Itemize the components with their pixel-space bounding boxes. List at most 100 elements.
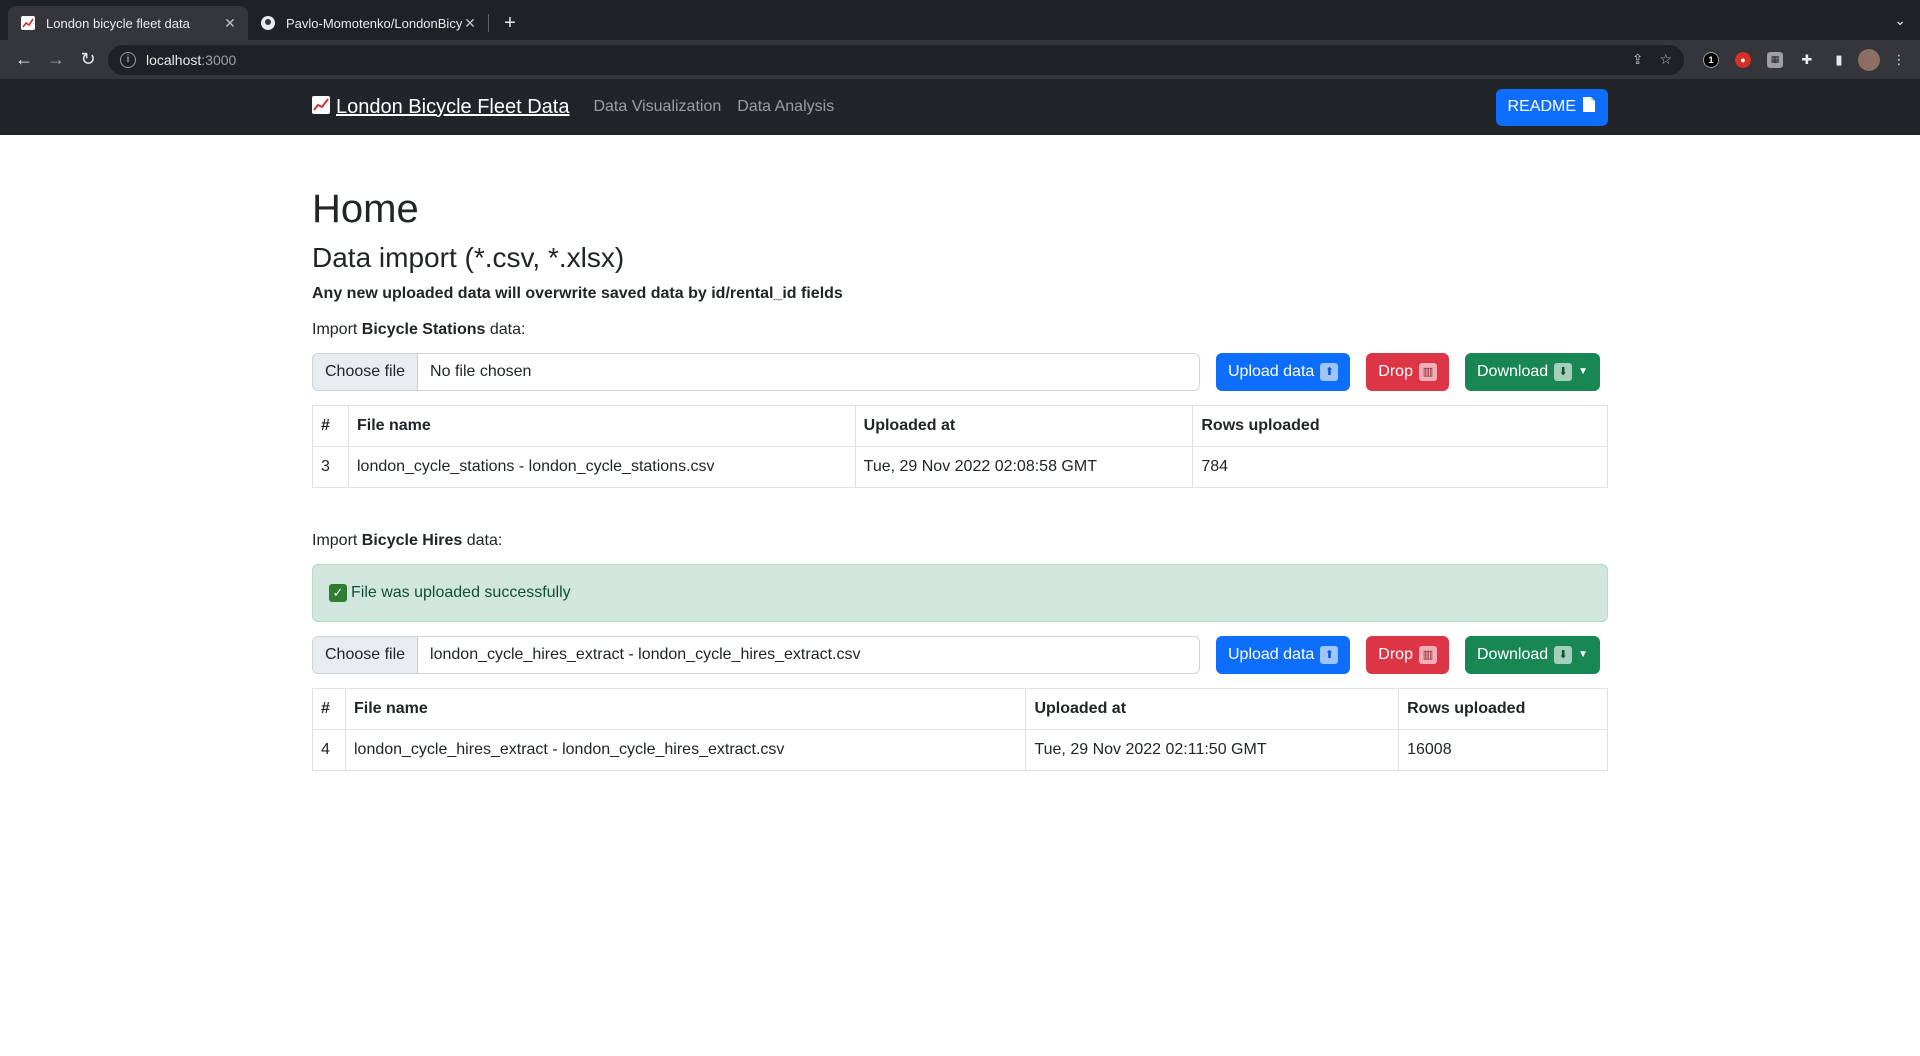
- browser-tab-active[interactable]: London bicycle fleet data ✕: [8, 6, 248, 40]
- table-cell: Tue, 29 Nov 2022 02:08:58 GMT: [854, 445, 1194, 488]
- info-icon[interactable]: i: [120, 51, 136, 68]
- browser-toolbar: ← → ↻ i localhost:3000 ⇪ ☆ 1 ● ▦ ✚ ▮ ⋮: [0, 40, 1920, 79]
- column-header: Uploaded at: [854, 404, 1194, 447]
- navbar-brand[interactable]: London Bicycle Fleet Data: [312, 95, 570, 119]
- drop-label: Drop: [1378, 645, 1413, 663]
- url-port: :3000: [201, 51, 237, 68]
- arrow-up-icon: ⬆: [1320, 362, 1339, 381]
- section-title: Data import (*.csv, *.xlsx): [312, 242, 625, 273]
- check-mark-icon: ✓: [329, 583, 347, 602]
- selected-file-name: No file chosen: [430, 362, 532, 380]
- browser-tab[interactable]: Pavlo-Momotenko/LondonBicy ✕: [248, 6, 488, 40]
- table-header-row: # File name Uploaded at Rows uploaded: [312, 404, 1608, 447]
- stations-upload-row: Choose file No file chosen Upload data ⬆ …: [312, 352, 1608, 391]
- table-cell: 784: [1192, 445, 1608, 488]
- nav-link-data-analysis[interactable]: Data Analysis: [737, 98, 834, 116]
- table-cell: london_cycle_hires_extract - london_cycl…: [344, 728, 1027, 771]
- chart-icon: [312, 95, 330, 119]
- chevron-down-icon[interactable]: ⌄: [1894, 12, 1906, 29]
- app-navbar: London Bicycle Fleet Data Data Visualiza…: [0, 79, 1920, 135]
- stations-file-input[interactable]: Choose file No file chosen: [312, 352, 1200, 391]
- alert-message: File was uploaded successfully: [351, 583, 571, 601]
- upload-data-button[interactable]: Upload data ⬆: [1216, 635, 1351, 674]
- extension-icon[interactable]: ●: [1730, 47, 1756, 73]
- label-bold: Bicycle Stations: [361, 320, 486, 338]
- drop-label: Drop: [1378, 362, 1413, 380]
- puzzle-icon[interactable]: ✚: [1794, 47, 1820, 73]
- chart-icon: [20, 15, 36, 31]
- table-cell: Tue, 29 Nov 2022 02:11:50 GMT: [1025, 728, 1400, 771]
- upload-data-button[interactable]: Upload data ⬆: [1216, 352, 1351, 391]
- hires-file-input[interactable]: Choose file london_cycle_hires_extract -…: [312, 635, 1200, 674]
- kebab-menu-icon[interactable]: ⋮: [1886, 47, 1912, 73]
- brand-label: London Bicycle Fleet Data: [336, 95, 570, 118]
- download-dropdown-button[interactable]: Download ⬇ ▼: [1464, 635, 1601, 674]
- browser-tabbar: London bicycle fleet data ✕ Pavlo-Momote…: [0, 0, 1920, 40]
- caret-down-icon: ▼: [1578, 649, 1589, 661]
- download-label: Download: [1476, 362, 1549, 380]
- column-header: File name: [347, 404, 856, 447]
- column-header: #: [312, 404, 349, 447]
- column-header: #: [312, 687, 346, 730]
- tab-separator: [488, 14, 489, 32]
- close-tab-icon[interactable]: ✕: [222, 15, 238, 32]
- star-icon[interactable]: ☆: [1659, 51, 1672, 68]
- new-tab-icon[interactable]: +: [495, 6, 525, 40]
- readme-button[interactable]: README: [1495, 88, 1608, 126]
- hires-import-label: Import Bicycle Hires data:: [312, 532, 1608, 550]
- column-header: Uploaded at: [1025, 687, 1400, 730]
- success-alert: ✓ File was uploaded successfully: [312, 563, 1608, 622]
- url-host: localhost: [146, 51, 202, 68]
- label-suffix: data:: [485, 320, 526, 338]
- table-cell: 16008: [1398, 728, 1608, 771]
- choose-file-button[interactable]: Choose file: [313, 353, 419, 390]
- hires-upload-row: Choose file london_cycle_hires_extract -…: [312, 635, 1608, 674]
- upload-label: Upload data: [1228, 645, 1315, 663]
- forward-arrow-icon[interactable]: →: [40, 44, 72, 76]
- table-cell: 3: [312, 445, 349, 488]
- sidebar-icon[interactable]: ▮: [1826, 47, 1852, 73]
- extension-icon[interactable]: 1: [1698, 47, 1724, 73]
- trash-icon: ▥: [1418, 362, 1437, 381]
- hires-table: # File name Uploaded at Rows uploaded 4 …: [312, 687, 1608, 771]
- column-header: Rows uploaded: [1398, 687, 1608, 730]
- document-icon: [1582, 96, 1596, 118]
- extension-icon[interactable]: ▦: [1762, 47, 1788, 73]
- readme-label: README: [1507, 98, 1576, 115]
- table-row: 3 london_cycle_stations - london_cycle_s…: [312, 445, 1608, 488]
- label-suffix: data:: [462, 531, 503, 549]
- choose-file-button[interactable]: Choose file: [313, 636, 419, 673]
- table-header-row: # File name Uploaded at Rows uploaded: [312, 687, 1608, 730]
- download-dropdown-button[interactable]: Download ⬇ ▼: [1464, 352, 1601, 391]
- drop-button[interactable]: Drop ▥: [1366, 635, 1449, 674]
- back-arrow-icon[interactable]: ←: [8, 44, 40, 76]
- label-bold: Bicycle Hires: [361, 531, 463, 549]
- label-prefix: Import: [312, 531, 362, 549]
- arrow-up-icon: ⬆: [1320, 645, 1339, 664]
- arrow-down-icon: ⬇: [1554, 645, 1573, 664]
- close-tab-icon[interactable]: ✕: [462, 15, 478, 32]
- reload-icon[interactable]: ↻: [72, 44, 104, 76]
- column-header: File name: [344, 687, 1027, 730]
- main-content: Home Data import (*.csv, *.xlsx) Any new…: [312, 135, 1608, 771]
- label-prefix: Import: [312, 320, 362, 338]
- table-row: 4 london_cycle_hires_extract - london_cy…: [312, 728, 1608, 771]
- tab-title: London bicycle fleet data: [46, 15, 190, 31]
- download-label: Download: [1476, 645, 1549, 663]
- table-cell: london_cycle_stations - london_cycle_sta…: [347, 445, 856, 488]
- github-icon: [260, 15, 276, 31]
- nav-link-data-visualization[interactable]: Data Visualization: [593, 98, 721, 116]
- stations-table: # File name Uploaded at Rows uploaded 3 …: [312, 404, 1608, 488]
- stations-import-label: Import Bicycle Stations data:: [312, 321, 1608, 339]
- selected-file-name: london_cycle_hires_extract - london_cycl…: [430, 645, 861, 663]
- table-cell: 4: [312, 728, 346, 771]
- column-header: Rows uploaded: [1192, 404, 1608, 447]
- page-title: Home: [312, 187, 419, 231]
- avatar[interactable]: [1858, 48, 1880, 71]
- overwrite-note: Any new uploaded data will overwrite sav…: [312, 284, 843, 302]
- upload-label: Upload data: [1228, 362, 1315, 380]
- trash-icon: ▥: [1418, 645, 1437, 664]
- address-bar[interactable]: i localhost:3000 ⇪ ☆: [108, 44, 1684, 75]
- share-icon[interactable]: ⇪: [1632, 51, 1644, 68]
- drop-button[interactable]: Drop ▥: [1366, 352, 1449, 391]
